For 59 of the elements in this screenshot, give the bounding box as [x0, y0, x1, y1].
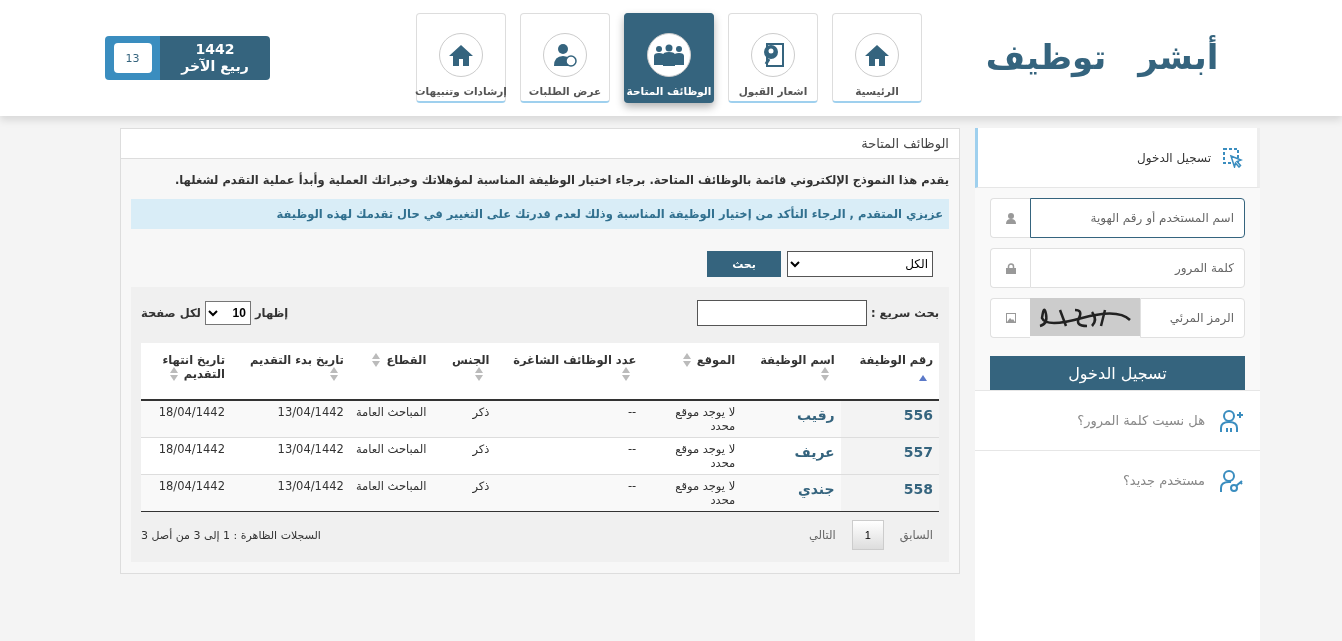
group-of-people-icon: [653, 44, 685, 66]
login-heading: تسجيل الدخول: [1137, 150, 1211, 165]
previous-page-button[interactable]: السابق: [893, 528, 939, 542]
page-button[interactable]: 1: [851, 520, 884, 550]
table-cell: المباحث العامة: [349, 474, 433, 511]
table-cell: --: [495, 437, 643, 475]
add-user-icon: [1219, 408, 1245, 433]
house-icon: [448, 43, 474, 67]
cursor-selection-icon: [1223, 147, 1243, 168]
table-cell: --: [495, 474, 643, 511]
table-cell: لا يوجد موقع محدد: [642, 400, 742, 438]
per-page-label: لكل صفحة: [141, 306, 201, 320]
house-icon: [864, 43, 890, 67]
table-cell: 18/04/1442: [141, 400, 231, 438]
logo-text: توظيف: [984, 36, 1108, 80]
table-cell: عريف: [741, 437, 841, 475]
show-label: إظهار: [254, 306, 289, 320]
table-cell: 13/04/1442: [231, 437, 350, 475]
day-number: 13: [113, 43, 152, 73]
magnifier-document-icon: [761, 42, 785, 68]
user-key-icon: [1219, 468, 1245, 493]
table-cell: 18/04/1442: [141, 474, 231, 511]
table-cell: المباحث العامة: [349, 437, 433, 475]
table-cell: ذكر: [432, 400, 496, 438]
table-cell: 13/04/1442: [231, 474, 350, 511]
next-page-button[interactable]: التالي: [802, 528, 842, 542]
notice-alert: عزيزي المتقدم , الرجاء التأكد من إختيار الوظيفة المناسبة وذلك لعدم قدرتك على التغيير في حال تقدمك لهذه الوظيفة: [131, 199, 949, 229]
table-cell: ذكر: [432, 474, 496, 511]
logo-text: أبشر: [1135, 34, 1220, 80]
table-cell: جندي: [741, 474, 841, 511]
nav-tile[interactable]: إرشادات وتنبيهات: [416, 13, 506, 103]
search-button[interactable]: بحث: [707, 251, 781, 277]
page-size-select[interactable]: 10: [204, 301, 251, 325]
table-cell: 13/04/1442: [231, 400, 350, 438]
table-cell: 18/04/1442: [141, 437, 231, 475]
table-cell: ذكر: [432, 437, 496, 475]
table-cell: 557: [840, 437, 939, 475]
table-cell: لا يوجد موقع محدد: [642, 437, 742, 475]
nav-tile[interactable]: عرض الطلبات: [520, 13, 610, 103]
category-select[interactable]: الكل: [787, 251, 933, 277]
nav-tile[interactable]: الوظائف المتاحة: [624, 13, 714, 103]
login-button[interactable]: تسجيل الدخول: [990, 356, 1245, 390]
lock-icon: [1005, 262, 1016, 274]
nav-tile[interactable]: اشعار القبول: [728, 13, 818, 103]
person-icon: [1005, 212, 1016, 224]
person-check-icon: [553, 43, 577, 67]
table-cell: --: [495, 400, 643, 438]
table-cell: 556: [840, 400, 939, 438]
nav-tile[interactable]: الرئيسية: [832, 13, 922, 103]
table-cell: رقيب: [741, 400, 841, 438]
quick-search-label: بحث سريع :: [870, 306, 939, 320]
panel-title: الوظائف المتاحة: [121, 129, 959, 159]
table-cell: المباحث العامة: [349, 400, 433, 438]
intro-text: يقدم هذا النموذج الإلكتروني قائمة بالوظائف المتاحة. برجاء اختيار الوظيفة المناسبة لمؤهلاتك وخبراتك العملية وأبدأ عملية التقدم لشغلها.: [173, 173, 949, 187]
table-cell: لا يوجد موقع محدد: [642, 474, 742, 511]
records-summary: السجلات الظاهرة : 1 إلى 3 من أصل 3: [141, 528, 321, 542]
image-icon: [1005, 313, 1016, 323]
table-cell: 558: [840, 474, 939, 511]
quick-search-field[interactable]: [696, 300, 867, 326]
